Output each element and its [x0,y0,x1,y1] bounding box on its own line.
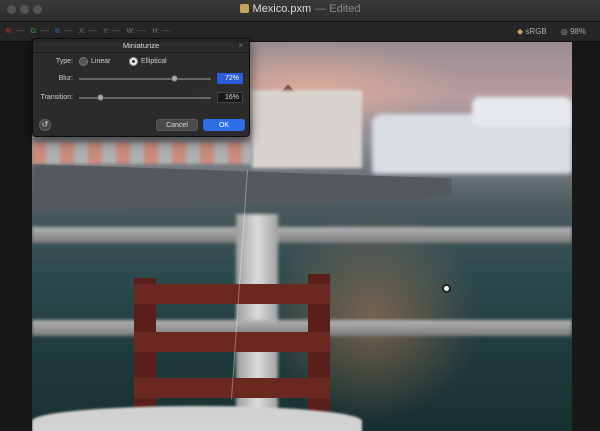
railing-top [32,227,572,243]
transition-value-field[interactable]: 16% [217,92,243,103]
chair-slat [134,284,330,304]
type-row: Type: Linear Elliptical [33,55,251,69]
linear-radio-label[interactable]: Linear [91,58,110,65]
stat-y: Y: ---- [102,28,121,35]
stat-h: H: ---- [152,28,171,35]
building [252,90,362,168]
view-info: ◆ sRGB ◎ 98% [517,27,586,36]
transition-slider[interactable] [79,94,211,101]
cruise-ship-upper [472,97,572,127]
panel-title: Miniaturize [33,39,249,53]
window-title: Mexico.pxm — Edited [0,3,600,15]
stat-x: X: ---- [79,28,97,35]
type-label: Type: [55,58,73,65]
cancel-button[interactable]: Cancel [156,119,198,131]
ok-button[interactable]: OK [203,119,245,131]
profile-icon: ◆ [517,27,524,36]
table-top [32,406,362,431]
pixel-stats: R: ---- G: ---- B: ---- X: ---- Y: ---- W: ---… [6,28,171,35]
edited-status: — Edited [315,3,361,15]
stat-b: B: ---- [55,28,73,35]
transition-label: Transition: [40,94,73,101]
miniaturize-panel: Miniaturize × Type: Linear Elliptical Bl… [32,38,250,137]
blur-row: Blur: 72% [33,72,251,86]
close-icon[interactable]: × [238,41,243,50]
zoom-level[interactable]: ◎ 98% [561,27,586,36]
stat-g: G: ---- [30,28,50,35]
stat-r: R: ---- [6,28,25,35]
reset-icon[interactable]: ↺ [39,119,51,131]
transition-slider-thumb[interactable] [96,94,104,101]
color-profile[interactable]: ◆ sRGB [517,27,547,36]
linear-radio[interactable] [79,57,88,66]
zoom-icon: ◎ [560,27,568,36]
blur-slider-thumb[interactable] [170,75,178,82]
focus-center-handle[interactable] [442,284,451,293]
window-title-text: Mexico.pxm [252,3,312,15]
document-icon [239,4,249,13]
blur-slider[interactable] [79,75,211,82]
stat-w: W: ---- [126,28,147,35]
elliptical-radio[interactable] [129,57,138,66]
pier-building [32,142,252,164]
title-bar: Mexico.pxm — Edited [0,0,600,22]
transition-row: Transition: 16% [33,91,251,105]
blur-value-field[interactable]: 72% [217,73,243,84]
chair-slat [134,332,330,352]
elliptical-radio-label[interactable]: Elliptical [141,58,167,65]
blur-label: Blur: [58,75,73,82]
